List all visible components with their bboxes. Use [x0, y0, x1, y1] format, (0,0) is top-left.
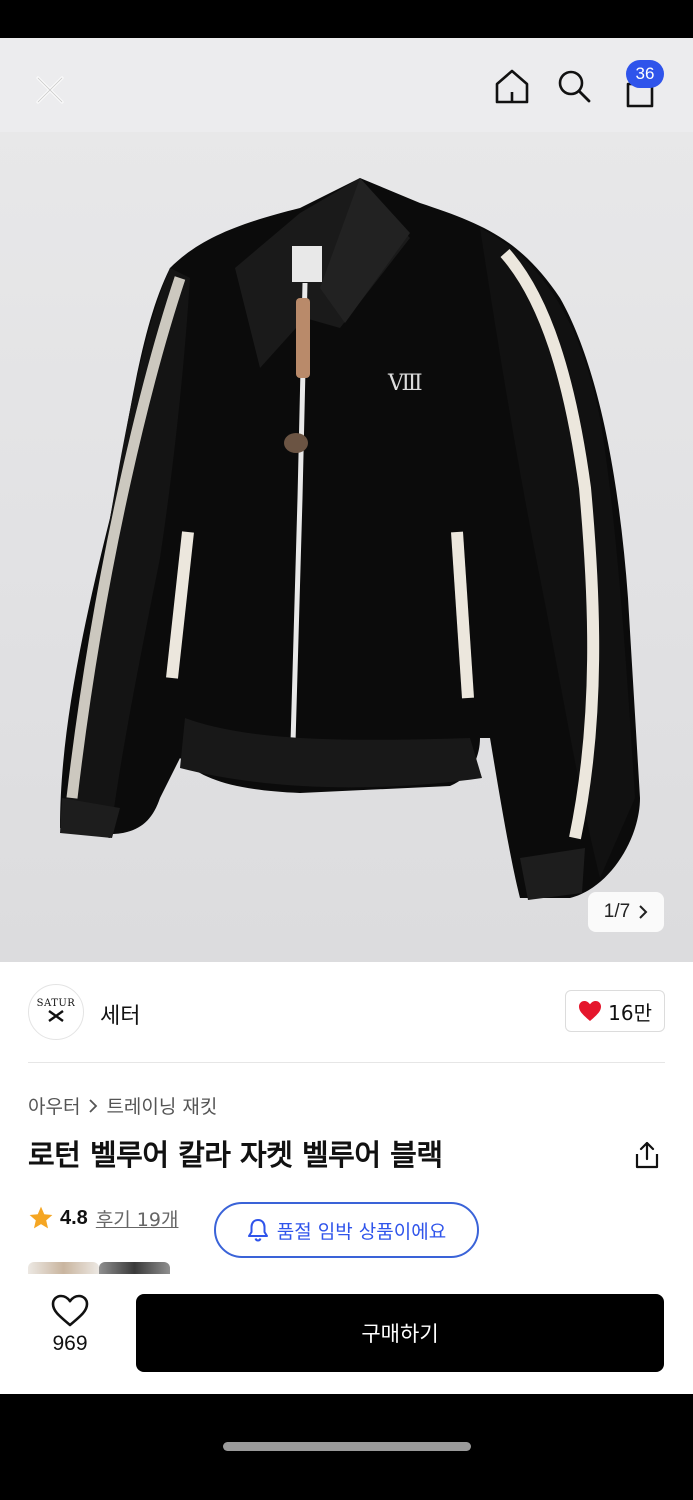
stock-notice-text: 품절 임박 상품이에요 [276, 1220, 447, 1243]
home-icon [495, 69, 529, 104]
home-indicator[interactable] [223, 1442, 471, 1451]
chevron-right-icon [89, 1098, 98, 1113]
close-button[interactable] [28, 68, 72, 112]
bottom-action-bar: 969 구매하기 [0, 1274, 693, 1394]
rating-summary: 4.8 후기 19개 [28, 1202, 178, 1234]
image-counter[interactable]: 1/7 [588, 892, 664, 932]
close-icon [36, 76, 64, 104]
product-image: Ⅷ [60, 178, 640, 900]
breadcrumb-item[interactable]: 아우터 [28, 1092, 80, 1119]
brand-logo-text: SATUR [36, 997, 76, 1009]
bell-icon [247, 1219, 268, 1242]
reviews-link[interactable]: 후기 19개 [96, 1205, 179, 1232]
divider [28, 1062, 665, 1063]
heart-icon [579, 1001, 602, 1021]
heart-icon [51, 1294, 89, 1327]
product-image-gallery[interactable]: Ⅷ 36 1/7 [0, 38, 693, 962]
home-button[interactable] [490, 64, 534, 108]
wishlist-count: 969 [52, 1332, 88, 1355]
star-icon [29, 1206, 53, 1229]
thumbnail[interactable] [28, 1262, 99, 1274]
rating-score: 4.8 [60, 1206, 88, 1229]
wishlist-button[interactable]: 969 [30, 1294, 110, 1374]
search-button[interactable] [552, 64, 596, 108]
share-button[interactable] [630, 1138, 664, 1172]
brand-like-button[interactable]: 16만 [565, 990, 665, 1032]
svg-text:Ⅷ: Ⅷ [387, 371, 423, 396]
brand-name[interactable]: 세터 [100, 998, 140, 1030]
breadcrumb: 아우터 트레이닝 재킷 [28, 1092, 217, 1119]
status-bar [0, 0, 693, 38]
brand-row[interactable]: SATUR 세터 16만 [28, 984, 665, 1040]
stock-notice-pill[interactable]: 품절 임박 상품이에요 [214, 1202, 479, 1258]
color-thumbnails[interactable] [28, 1262, 170, 1274]
chevron-right-icon [639, 905, 648, 919]
image-counter-text: 1/7 [603, 901, 631, 922]
top-navigation: 36 [0, 38, 693, 132]
thumbnail[interactable] [99, 1262, 170, 1274]
breadcrumb-item[interactable]: 트레이닝 재킷 [106, 1092, 217, 1119]
brand-emblem-icon [48, 1009, 64, 1022]
cart-count-badge: 36 [626, 60, 664, 88]
brand-logo[interactable]: SATUR [28, 984, 84, 1040]
share-icon [635, 1141, 659, 1169]
buy-button[interactable]: 구매하기 [136, 1294, 664, 1372]
product-title: 로턴 벨루어 칼라 자켓 벨루어 블랙 [28, 1138, 443, 1172]
product-screen: Ⅷ 36 1/7 SATUR 세터 16만 아우터 트레이닝 재킷 로턴 벨루어… [0, 38, 693, 1394]
brand-like-count: 16만 [608, 1000, 652, 1025]
search-icon [558, 70, 591, 103]
